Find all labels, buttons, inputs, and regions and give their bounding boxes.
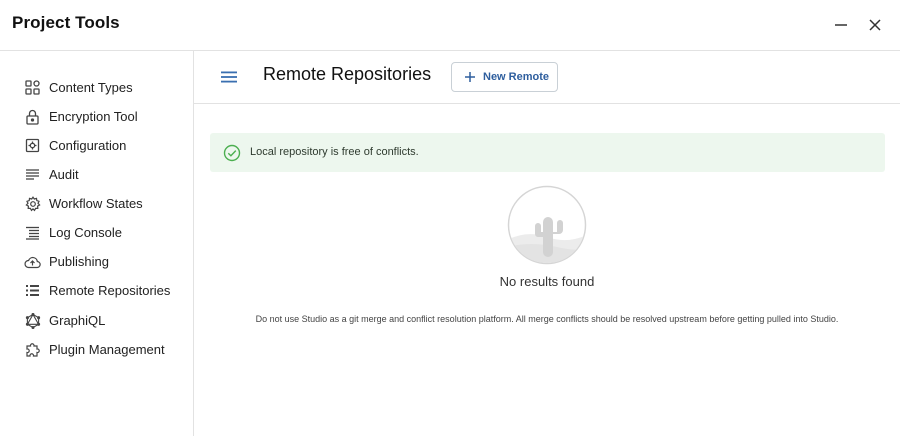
sidebar-item-label: Remote Repositories — [49, 282, 171, 298]
cactus-empty-illustration — [507, 185, 587, 265]
sidebar-item-label: Workflow States — [49, 195, 143, 211]
merge-conflict-note: Do not use Studio as a git merge and con… — [255, 314, 839, 324]
sidebar-item-label: GraphiQL — [49, 312, 106, 328]
sidebar-item-graphiql[interactable]: GraphiQL — [0, 307, 193, 333]
audit-lines-icon — [24, 166, 41, 183]
configuration-icon — [24, 137, 41, 154]
check-circle-icon — [223, 144, 241, 162]
content-types-icon — [24, 79, 41, 96]
sidebar-item-label: Encryption Tool — [49, 108, 138, 124]
app-title: Project Tools — [12, 13, 120, 32]
alert-message: Local repository is free of conflicts. — [250, 146, 419, 158]
sidebar-item-encryption-tool[interactable]: Encryption Tool — [0, 103, 193, 129]
sidebar-item-log-console[interactable]: Log Console — [0, 219, 193, 245]
success-alert: Local repository is free of conflicts. — [210, 133, 885, 172]
sidebar-item-plugin-management[interactable]: Plugin Management — [0, 336, 193, 362]
plus-icon — [465, 72, 475, 82]
cloud-upload-icon — [24, 253, 41, 270]
sidebar-item-label: Configuration — [49, 137, 127, 153]
new-remote-label: New Remote — [483, 71, 550, 83]
sidebar-item-label: Publishing — [49, 253, 109, 269]
new-remote-button[interactable]: New Remote — [451, 62, 558, 92]
main-content: Remote Repositories New Remote Local rep… — [194, 51, 900, 436]
sidebar-item-label: Log Console — [49, 224, 122, 240]
window-titlebar: Project Tools — [0, 0, 900, 51]
gear-icon — [24, 195, 41, 212]
puzzle-icon — [24, 341, 41, 358]
empty-state-text: No results found — [499, 274, 595, 289]
minus-icon — [835, 24, 847, 26]
sidebar-item-workflow-states[interactable]: Workflow States — [0, 190, 193, 216]
sidebar-item-audit[interactable]: Audit — [0, 161, 193, 187]
close-icon — [869, 19, 881, 31]
sidebar-item-label: Content Types — [49, 79, 133, 95]
list-icon — [24, 282, 41, 299]
minimize-button[interactable] — [828, 12, 854, 38]
sidebar-item-publishing[interactable]: Publishing — [0, 248, 193, 274]
log-console-icon — [24, 224, 41, 241]
sidebar-item-remote-repositories[interactable]: Remote Repositories — [0, 277, 193, 303]
page-title: Remote Repositories — [263, 64, 432, 84]
sidebar-item-configuration[interactable]: Configuration — [0, 132, 193, 158]
graphql-icon — [24, 312, 41, 329]
sidebar-item-label: Plugin Management — [49, 341, 165, 357]
hamburger-menu-icon — [221, 71, 237, 83]
main-header: Remote Repositories New Remote — [194, 51, 900, 104]
menu-toggle-button[interactable] — [218, 67, 240, 87]
sidebar-item-content-types[interactable]: Content Types — [0, 74, 193, 100]
sidebar: Content Types Encryption Tool Configurat… — [0, 51, 194, 436]
lock-icon — [24, 108, 41, 125]
sidebar-item-label: Audit — [49, 166, 79, 182]
close-button[interactable] — [862, 12, 888, 38]
